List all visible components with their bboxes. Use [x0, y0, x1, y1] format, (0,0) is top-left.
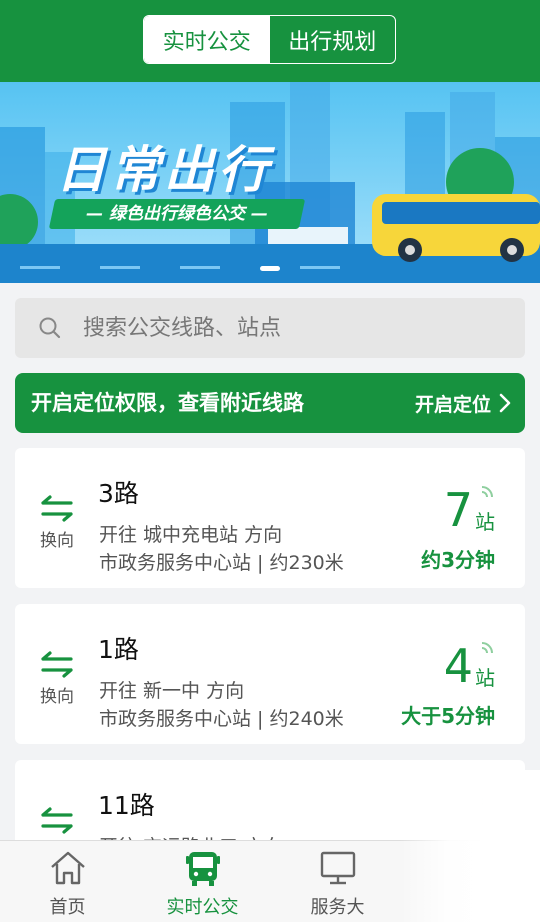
- search-input[interactable]: [83, 298, 503, 358]
- swap-label: 换向: [40, 687, 74, 707]
- location-prompt-message: 开启定位权限，查看附近线路: [31, 391, 304, 415]
- location-prompt[interactable]: 开启定位权限，查看附近线路 开启定位: [15, 373, 525, 433]
- tab-label: 服务大: [310, 897, 365, 918]
- stops-unit: 站: [475, 666, 495, 690]
- search-bar[interactable]: [15, 298, 525, 358]
- swap-arrows-icon: [41, 807, 73, 834]
- stops-away-count: 7: [443, 483, 473, 537]
- route-card[interactable]: 换向 3路 开往 城中充电站 方向 市政务服务中心站 | 约230米 7 站 约…: [15, 448, 525, 588]
- tab-label: 实时公交: [166, 897, 239, 918]
- swap-arrows-icon: [41, 651, 73, 678]
- swap-direction-button[interactable]: 换向: [37, 650, 77, 720]
- route-card[interactable]: 换向 1路 开往 新一中 方向 市政务服务中心站 | 约240米 4 站 大于5…: [15, 604, 525, 744]
- chevron-right-icon: [499, 393, 511, 413]
- bus-icon: [186, 852, 220, 886]
- realtime-signal-icon: [481, 642, 493, 654]
- home-icon: [51, 851, 85, 885]
- nearby-stop: 市政务服务中心站 | 约230米: [99, 552, 344, 574]
- carousel-indicator[interactable]: [260, 266, 280, 271]
- route-name: 11路: [98, 791, 155, 820]
- tab-service-hall[interactable]: 服务大: [270, 841, 405, 922]
- tab-placeholder: [405, 841, 540, 922]
- bottom-tab-bar: 首页 实时公交 服务大: [0, 840, 540, 922]
- banner-subtitle-box: — 绿色出行绿色公交 —: [48, 199, 306, 229]
- route-direction: 开往 城中充电站 方向: [99, 524, 283, 546]
- swap-direction-button[interactable]: 换向: [37, 494, 77, 564]
- promo-banner[interactable]: 日常出行 — 绿色出行绿色公交 —: [0, 82, 540, 283]
- enable-location-button[interactable]: 开启定位: [415, 373, 511, 433]
- tab-realtime-bus-nav[interactable]: 实时公交: [135, 841, 270, 922]
- realtime-signal-icon: [481, 798, 493, 810]
- search-icon: [39, 317, 61, 339]
- stops-away-count: 4: [443, 639, 473, 693]
- top-bar: 实时公交 出行规划: [0, 0, 540, 82]
- arrival-time: 大于5分钟: [401, 704, 495, 728]
- arrival-time: 约3分钟: [421, 548, 495, 572]
- route-name: 1路: [98, 635, 139, 664]
- tab-home[interactable]: 首页: [0, 841, 135, 922]
- swap-label: 换向: [40, 531, 74, 551]
- tab-trip-planning[interactable]: 出行规划: [270, 16, 396, 63]
- route-name: 3路: [98, 479, 139, 508]
- banner-subtitle: — 绿色出行绿色公交 —: [86, 204, 268, 224]
- swap-arrows-icon: [41, 495, 73, 522]
- arrival-info: 7 站 约3分钟: [355, 478, 495, 572]
- stops-unit: 站: [475, 510, 495, 534]
- tab-label: 首页: [49, 897, 86, 918]
- realtime-signal-icon: [481, 486, 493, 498]
- mode-segmented-control: 实时公交 出行规划: [143, 15, 396, 64]
- tab-realtime-bus[interactable]: 实时公交: [144, 16, 270, 63]
- route-direction: 开往 新一中 方向: [99, 680, 245, 702]
- monitor-icon: [320, 851, 356, 885]
- enable-location-label: 开启定位: [414, 393, 491, 416]
- nearby-stop: 市政务服务中心站 | 约240米: [99, 708, 344, 730]
- banner-title: 日常出行: [56, 141, 272, 199]
- arrival-info: 4 站 大于5分钟: [355, 634, 495, 728]
